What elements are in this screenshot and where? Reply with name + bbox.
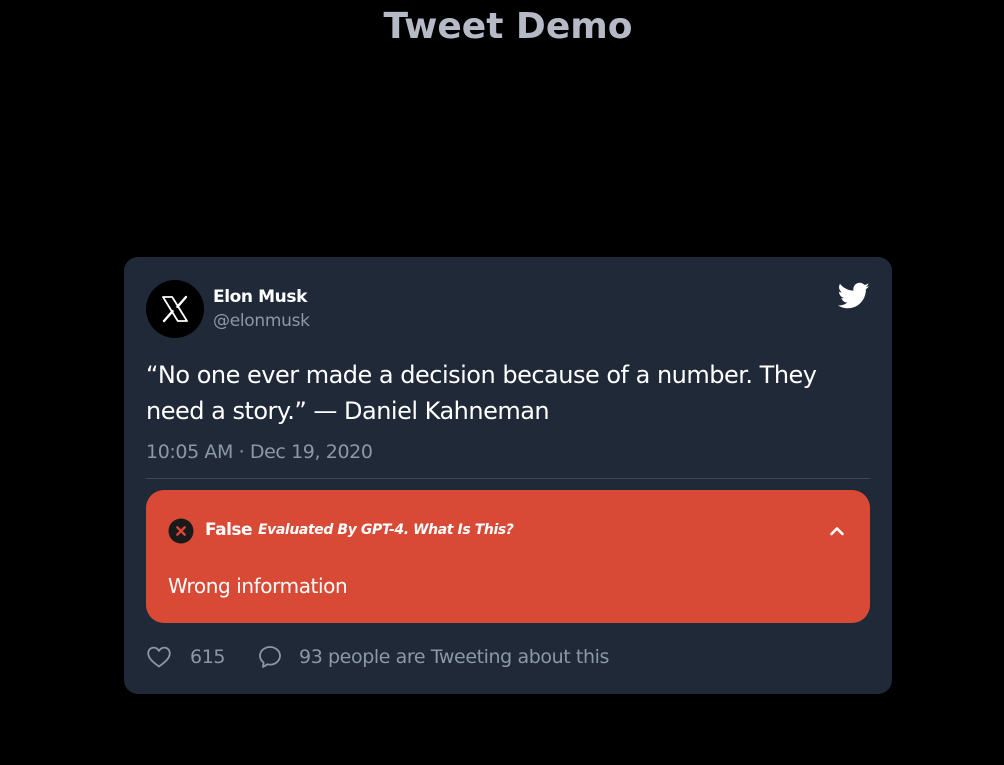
tweet-timestamp[interactable]: 10:05 AM · Dec 19, 2020 bbox=[146, 441, 373, 463]
fact-check-panel: False Evaluated By GPT-4. What Is This? … bbox=[146, 490, 870, 623]
author-handle[interactable]: @elonmusk bbox=[213, 311, 310, 331]
fact-check-detail: Wrong information bbox=[168, 574, 348, 598]
false-x-icon bbox=[168, 518, 194, 544]
fact-check-verdict: False bbox=[205, 520, 253, 540]
tweet-card: Elon Musk @elonmusk “No one ever made a … bbox=[124, 257, 892, 694]
author-name[interactable]: Elon Musk bbox=[213, 287, 307, 307]
reply-button[interactable]: 93 people are Tweeting about this bbox=[257, 643, 609, 671]
page-title: Tweet Demo bbox=[383, 6, 633, 47]
avatar[interactable] bbox=[146, 280, 204, 338]
twitter-bird-icon[interactable] bbox=[838, 282, 870, 310]
heart-icon bbox=[147, 646, 171, 668]
tweet-text: “No one ever made a decision because of … bbox=[146, 361, 817, 425]
speech-bubble-icon bbox=[259, 646, 281, 668]
chevron-up-icon[interactable] bbox=[826, 520, 848, 542]
x-logo-icon bbox=[162, 295, 188, 323]
divider bbox=[146, 478, 870, 479]
like-button[interactable]: 615 bbox=[146, 643, 225, 671]
like-count: 615 bbox=[190, 646, 226, 668]
evaluated-by-link[interactable]: Evaluated By GPT-4. What Is This? bbox=[258, 522, 514, 538]
reply-count-text: 93 people are Tweeting about this bbox=[299, 646, 610, 668]
